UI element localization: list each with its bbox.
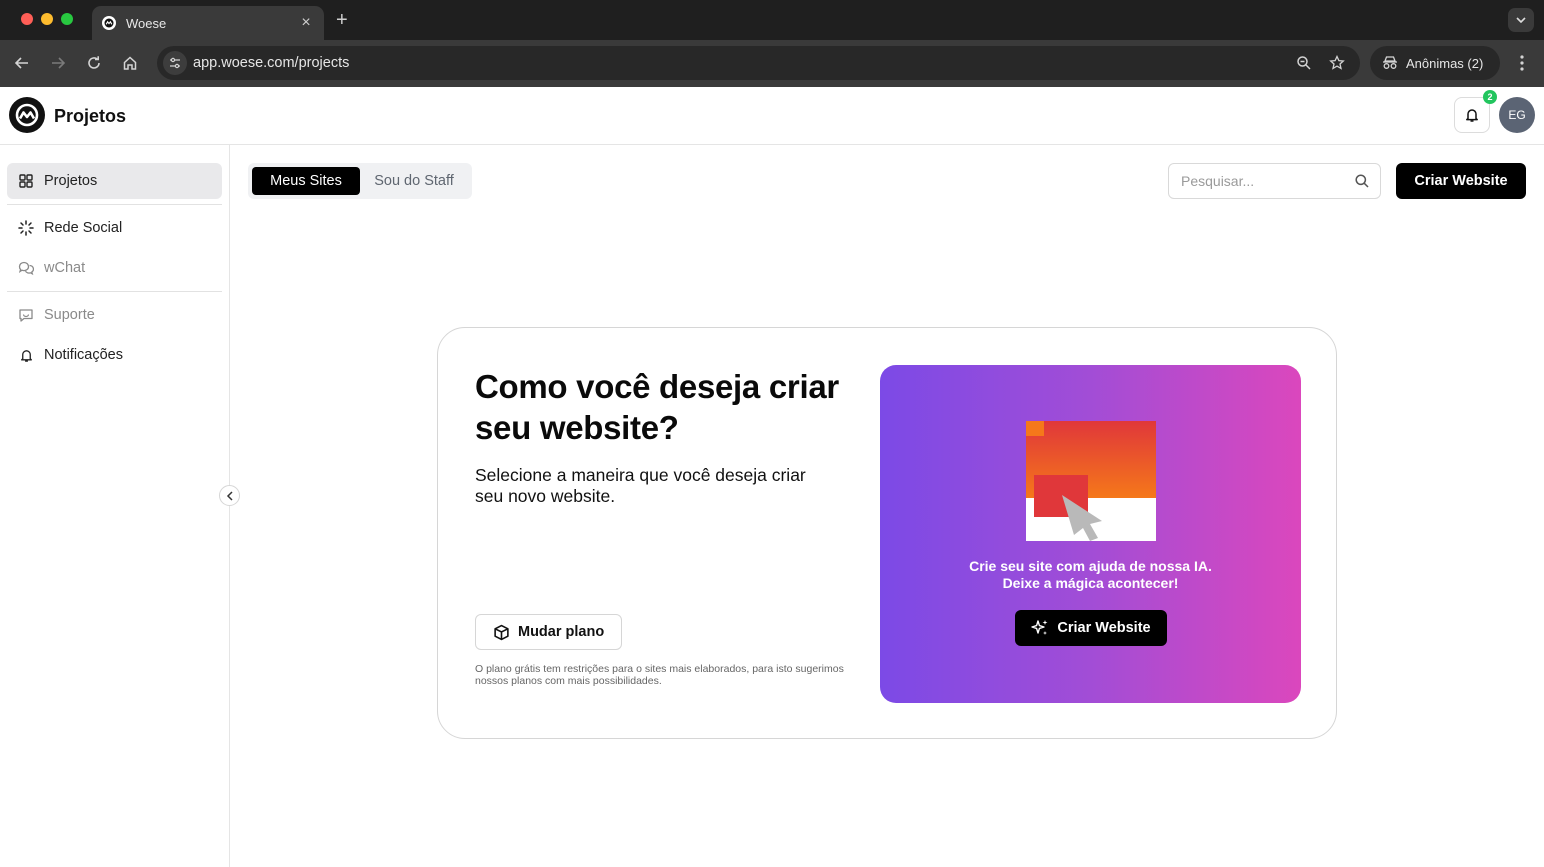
cube-icon	[492, 623, 510, 641]
ai-promo-panel: Crie seu site com ajuda de nossa IA. Dei…	[880, 365, 1301, 703]
sidebar: Projetos Rede Social wChat Suporte Notif…	[0, 145, 230, 867]
sidebar-item-label: wChat	[44, 260, 86, 276]
reload-button[interactable]	[83, 52, 105, 74]
chevron-left-icon	[226, 490, 233, 501]
woese-logo-icon[interactable]	[9, 97, 45, 133]
bookmark-button[interactable]	[1328, 54, 1346, 72]
tab-meus-sites[interactable]: Meus Sites	[252, 167, 360, 195]
support-message-icon	[17, 306, 35, 324]
ai-promo-text: Crie seu site com ajuda de nossa IA. Dei…	[880, 558, 1301, 592]
app-header: Projetos 2 EG	[0, 87, 1544, 145]
arrow-right-icon	[52, 57, 66, 69]
tab-close-icon[interactable]: ×	[298, 15, 314, 31]
ai-promo-line-1: Crie seu site com ajuda de nossa IA.	[969, 558, 1212, 574]
page-title: Projetos	[54, 106, 127, 126]
sidebar-item-wchat[interactable]: wChat	[7, 250, 222, 286]
ai-create-website-label: Criar Website	[1057, 620, 1151, 636]
collapse-sidebar-button[interactable]	[219, 485, 240, 506]
sidebar-item-label: Rede Social	[44, 220, 123, 236]
change-plan-label: Mudar plano	[518, 624, 605, 640]
back-button[interactable]	[11, 52, 33, 74]
zoom-icon	[1297, 56, 1311, 70]
close-window-button[interactable]	[21, 13, 33, 25]
bell-icon	[1466, 109, 1478, 122]
chevron-down-icon	[1516, 17, 1526, 23]
notification-count-badge: 2	[1483, 90, 1497, 104]
browser-chrome: Woese × + app.woese.com/projects Anônima…	[0, 0, 1544, 87]
tab-title: Woese	[126, 15, 167, 31]
ai-create-website-button[interactable]: Criar Website	[1015, 610, 1167, 646]
arrow-left-icon	[14, 57, 28, 69]
home-icon	[123, 56, 137, 70]
change-plan-button[interactable]: Mudar plano	[475, 614, 622, 650]
url-text: app.woese.com/projects	[193, 55, 350, 71]
zoom-button[interactable]	[1295, 54, 1313, 72]
kebab-menu-icon	[1520, 55, 1524, 71]
incognito-profile-button[interactable]: Anônimas (2)	[1370, 46, 1500, 80]
address-bar[interactable]: app.woese.com/projects	[157, 46, 1360, 80]
sparkles-icon	[1031, 619, 1049, 637]
user-avatar[interactable]: EG	[1499, 97, 1535, 133]
sidebar-item-label: Notificações	[44, 347, 123, 363]
tune-icon	[170, 57, 180, 69]
profile-label: Anônimas (2)	[1406, 55, 1484, 71]
card-title: Como você deseja criar seu website?	[475, 368, 839, 446]
bell-icon	[17, 346, 35, 364]
search-box	[1168, 163, 1381, 199]
forward-button[interactable]	[47, 52, 69, 74]
sidebar-item-suporte[interactable]: Suporte	[7, 297, 222, 333]
create-website-button[interactable]: Criar Website	[1396, 163, 1526, 199]
woese-favicon-icon	[102, 16, 116, 30]
browser-tab[interactable]: Woese ×	[92, 6, 324, 40]
sidebar-item-notificacoes[interactable]: Notificações	[7, 337, 222, 373]
ai-builder-illustration-icon	[1026, 421, 1156, 541]
sidebar-item-label: Projetos	[44, 173, 98, 189]
chat-bubbles-icon	[17, 259, 35, 277]
sidebar-item-label: Suporte	[44, 307, 95, 323]
tab-search-button[interactable]	[1508, 8, 1534, 32]
tab-strip: Woese × +	[0, 0, 1544, 40]
plan-note: O plano grátis tem restrições para o sit…	[475, 663, 844, 687]
browser-toolbar: app.woese.com/projects Anônimas (2)	[0, 40, 1544, 87]
minimize-window-button[interactable]	[41, 13, 53, 25]
sidebar-divider	[7, 291, 222, 292]
home-button[interactable]	[119, 52, 141, 74]
card-subtitle: Selecione a maneira que você deseja cria…	[475, 465, 806, 506]
create-website-card: Como você deseja criar seu website? Sele…	[437, 327, 1337, 739]
search-icon[interactable]	[1354, 173, 1370, 189]
site-info-button[interactable]	[163, 51, 187, 75]
maximize-window-button[interactable]	[61, 13, 73, 25]
incognito-icon	[1383, 56, 1397, 69]
sparkle-dots-icon	[17, 219, 35, 237]
tab-sou-do-staff[interactable]: Sou do Staff	[362, 167, 466, 195]
star-icon	[1329, 55, 1345, 70]
sidebar-divider	[7, 204, 222, 205]
search-input[interactable]	[1170, 165, 1345, 197]
sites-tab-switcher: Meus Sites Sou do Staff	[248, 163, 472, 199]
new-tab-button[interactable]: +	[336, 10, 348, 30]
grid-icon	[17, 172, 35, 190]
browser-menu-button[interactable]	[1512, 52, 1532, 74]
sidebar-item-rede-social[interactable]: Rede Social	[7, 210, 222, 246]
ai-promo-line-2: Deixe a mágica acontecer!	[1002, 575, 1179, 591]
sidebar-item-projetos[interactable]: Projetos	[7, 163, 222, 199]
reload-icon	[88, 56, 100, 69]
